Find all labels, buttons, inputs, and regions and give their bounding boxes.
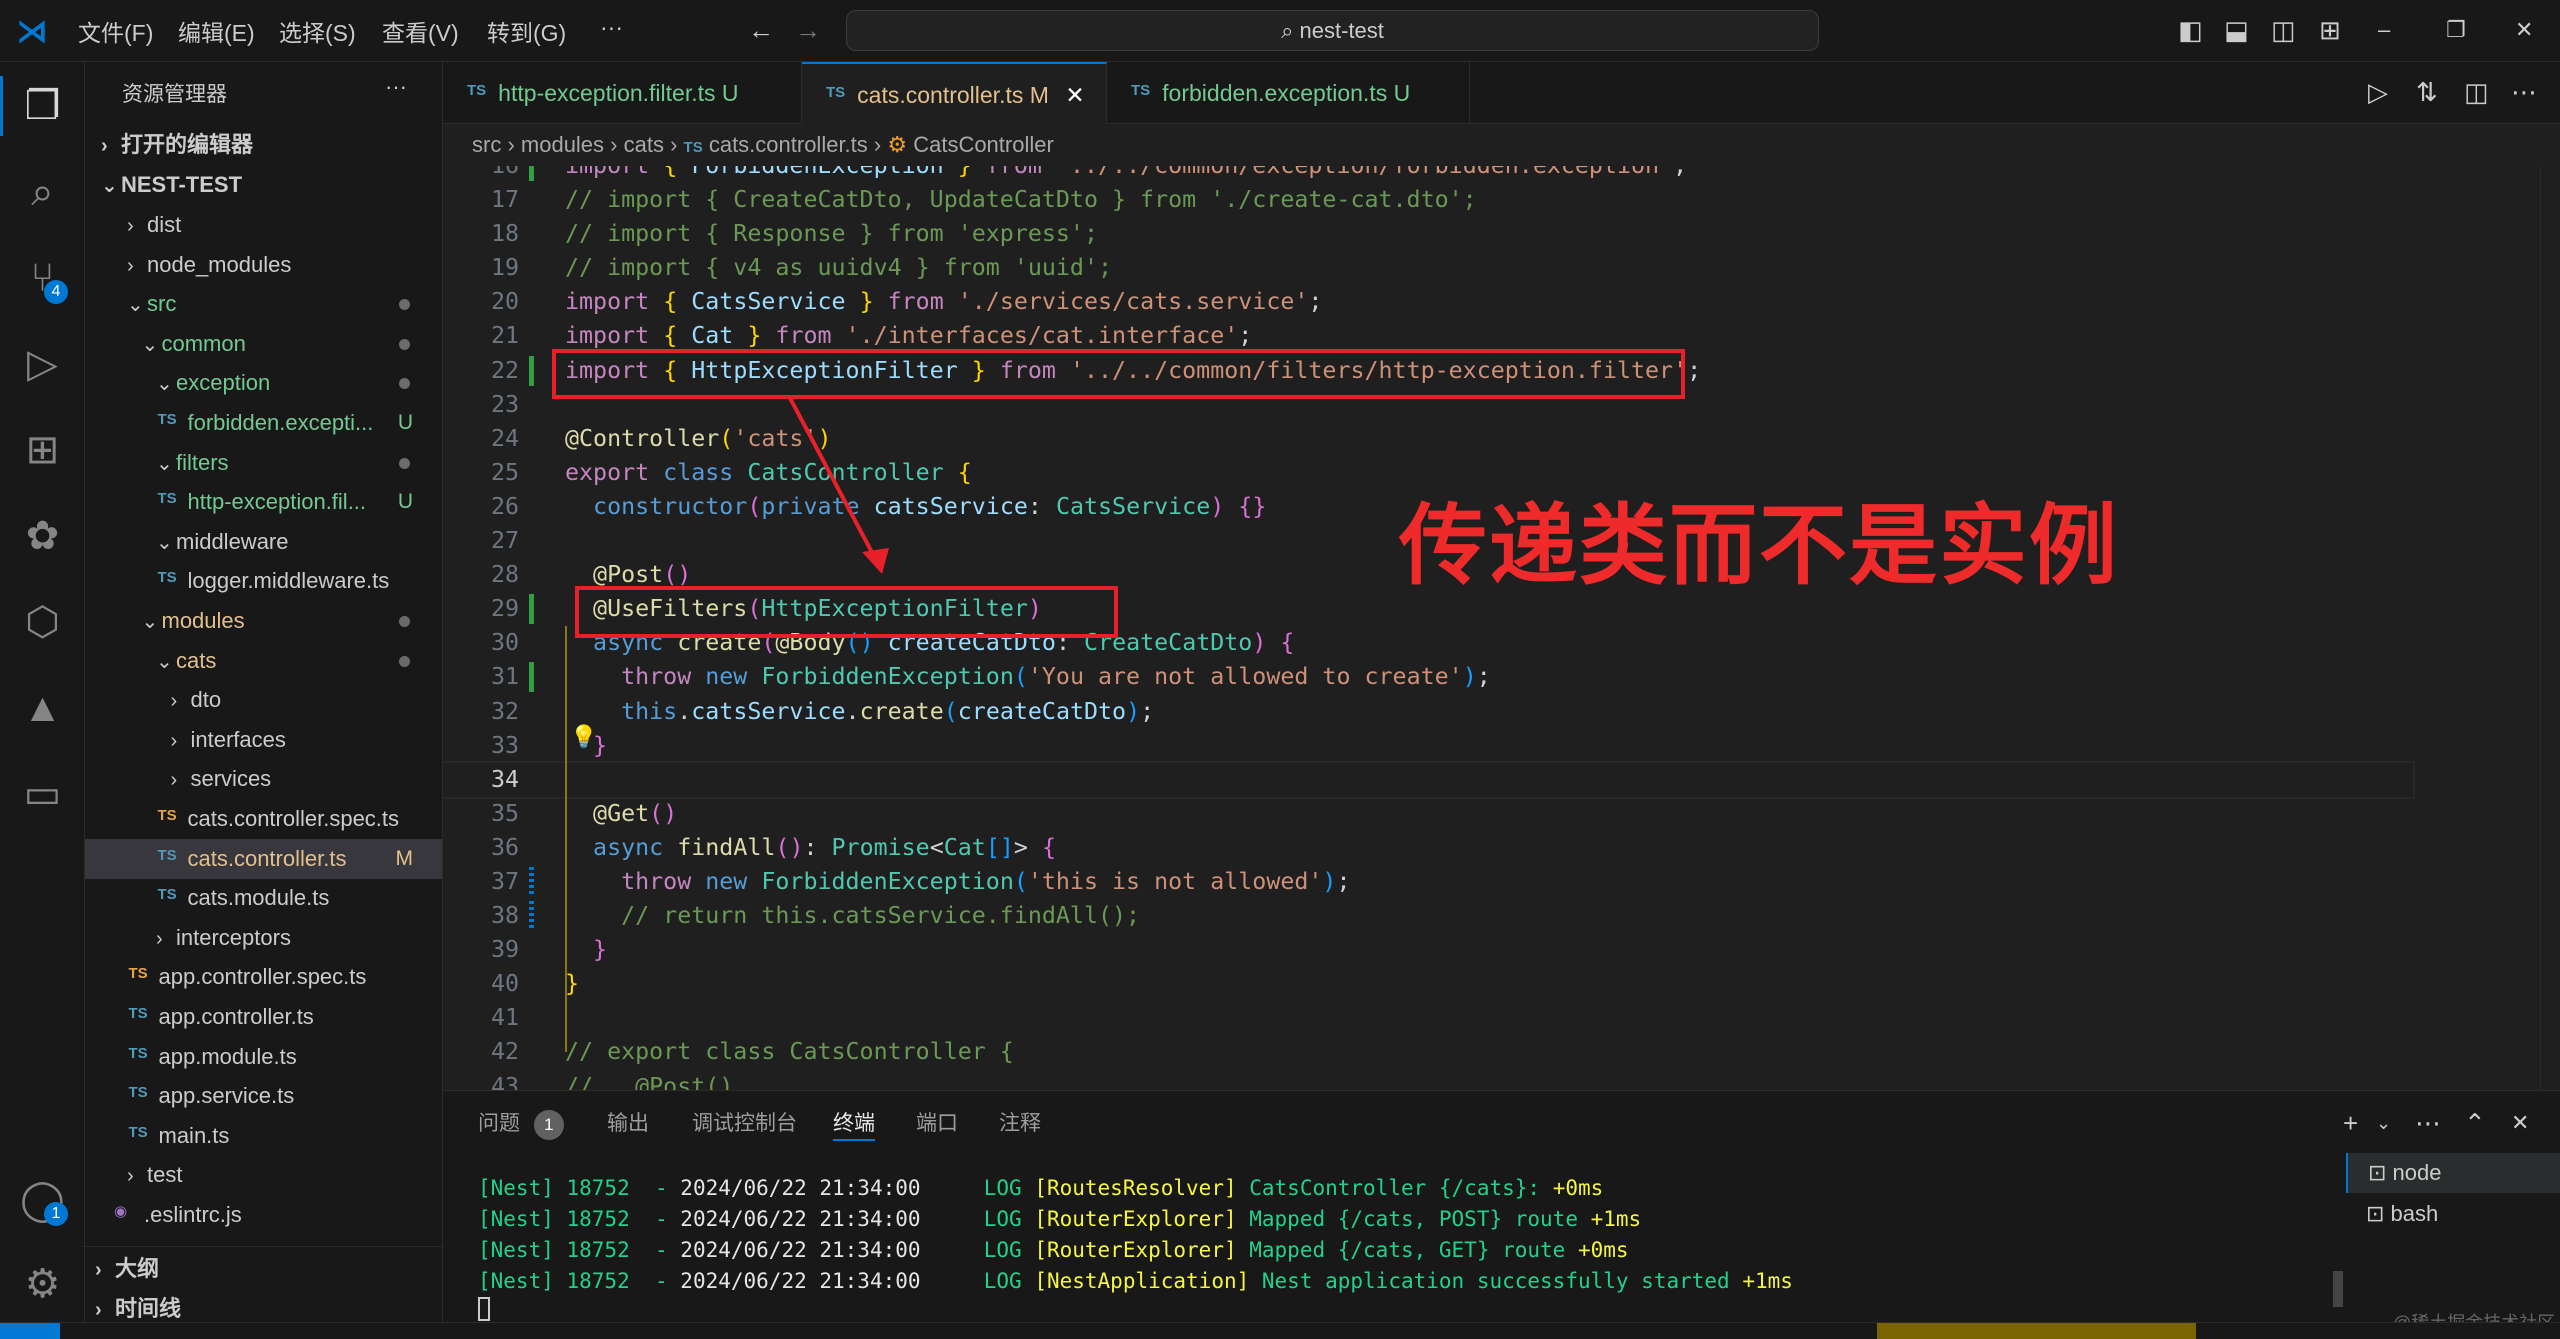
terminal-label: bash	[2390, 1201, 2439, 1226]
terminal-token: +0ms	[1565, 1238, 1629, 1262]
terminal-token: Nest application successfully started	[1249, 1269, 1730, 1293]
terminal-token: +1ms	[1577, 1207, 1642, 1231]
annotation-text: 传递类而不是实例	[1399, 494, 2120, 597]
close-panel-icon[interactable]: ✕	[2511, 1107, 2529, 1139]
tab-output[interactable]: 输出	[607, 1109, 649, 1139]
chevron-down-icon[interactable]: ⌄	[2376, 1107, 2391, 1139]
terminal-token: [Nest] 18752 -	[478, 1207, 681, 1231]
terminal-bash[interactable]: ⊡ bash	[2346, 1194, 2560, 1234]
tab-problems[interactable]: 问题 1	[478, 1109, 564, 1140]
tab-terminal[interactable]: 终端	[833, 1109, 875, 1141]
terminal-node[interactable]: ⊡ node	[2346, 1153, 2560, 1193]
terminal-icon: ⊡	[2368, 1160, 2393, 1185]
new-terminal-icon[interactable]: +	[2343, 1107, 2358, 1139]
terminal-token: [RouterExplorer]	[1034, 1207, 1237, 1231]
terminal-token: Mapped {/cats, POST} route	[1236, 1207, 1578, 1231]
terminal-token: 2024/06/22 21:34:00	[680, 1207, 921, 1231]
terminal-token: 2024/06/22 21:34:00	[680, 1176, 921, 1200]
tab-ports[interactable]: 端口	[916, 1109, 958, 1139]
terminal-line: [Nest] 18752 - 2024/06/22 21:34:00 LOG […	[478, 1173, 1603, 1204]
terminal-token: +0ms	[1540, 1176, 1604, 1200]
terminal-token: LOG	[920, 1207, 1035, 1231]
terminal-line: [Nest] 18752 - 2024/06/22 21:34:00 LOG […	[478, 1266, 1793, 1297]
status-bar	[0, 1322, 2560, 1339]
problems-badge: 1	[533, 1110, 564, 1140]
terminal-token: LOG	[920, 1176, 1035, 1200]
tab-debug-console[interactable]: 调试控制台	[692, 1109, 797, 1139]
terminal-line: [Nest] 18752 - 2024/06/22 21:34:00 LOG […	[478, 1235, 1629, 1266]
terminal-line: [Nest] 18752 - 2024/06/22 21:34:00 LOG […	[478, 1204, 1641, 1235]
tab-label: 问题	[478, 1112, 520, 1135]
terminal-cursor	[478, 1297, 490, 1321]
terminal-icon: ⊡	[2366, 1201, 2391, 1226]
terminal-label: node	[2392, 1160, 2442, 1185]
terminal-token: [Nest] 18752 -	[478, 1176, 681, 1200]
terminal-token: 2024/06/22 21:34:00	[680, 1269, 921, 1293]
bottom-panel: 问题 1 输出 调试控制台 终端 端口 注释 + ⌄ ⋯ ⌃ ✕ [Nest] …	[443, 1090, 2560, 1333]
terminal-token: [Nest] 18752 -	[478, 1238, 681, 1262]
tab-comments[interactable]: 注释	[999, 1109, 1041, 1139]
terminal-token: +1ms	[1729, 1269, 1793, 1293]
terminal-token: CatsController {/cats}:	[1236, 1176, 1541, 1200]
terminal-token: LOG	[920, 1238, 1035, 1262]
terminal-token: [NestApplication]	[1034, 1269, 1250, 1293]
terminal-scrollbar[interactable]	[2333, 1271, 2343, 1307]
status-item-highlight[interactable]	[1877, 1323, 2196, 1339]
more-icon[interactable]: ⋯	[2415, 1107, 2441, 1139]
terminal-token: LOG	[920, 1269, 1035, 1293]
maximize-panel-icon[interactable]: ⌃	[2464, 1107, 2486, 1139]
terminal-token: [RouterExplorer]	[1034, 1238, 1237, 1262]
terminal-token: [Nest] 18752 -	[478, 1269, 681, 1293]
terminal-token: 2024/06/22 21:34:00	[680, 1238, 921, 1262]
terminal-token: Mapped {/cats, GET} route	[1236, 1238, 1566, 1262]
remote-indicator[interactable]	[0, 1323, 60, 1339]
terminal-token: [RoutesResolver]	[1034, 1176, 1237, 1200]
